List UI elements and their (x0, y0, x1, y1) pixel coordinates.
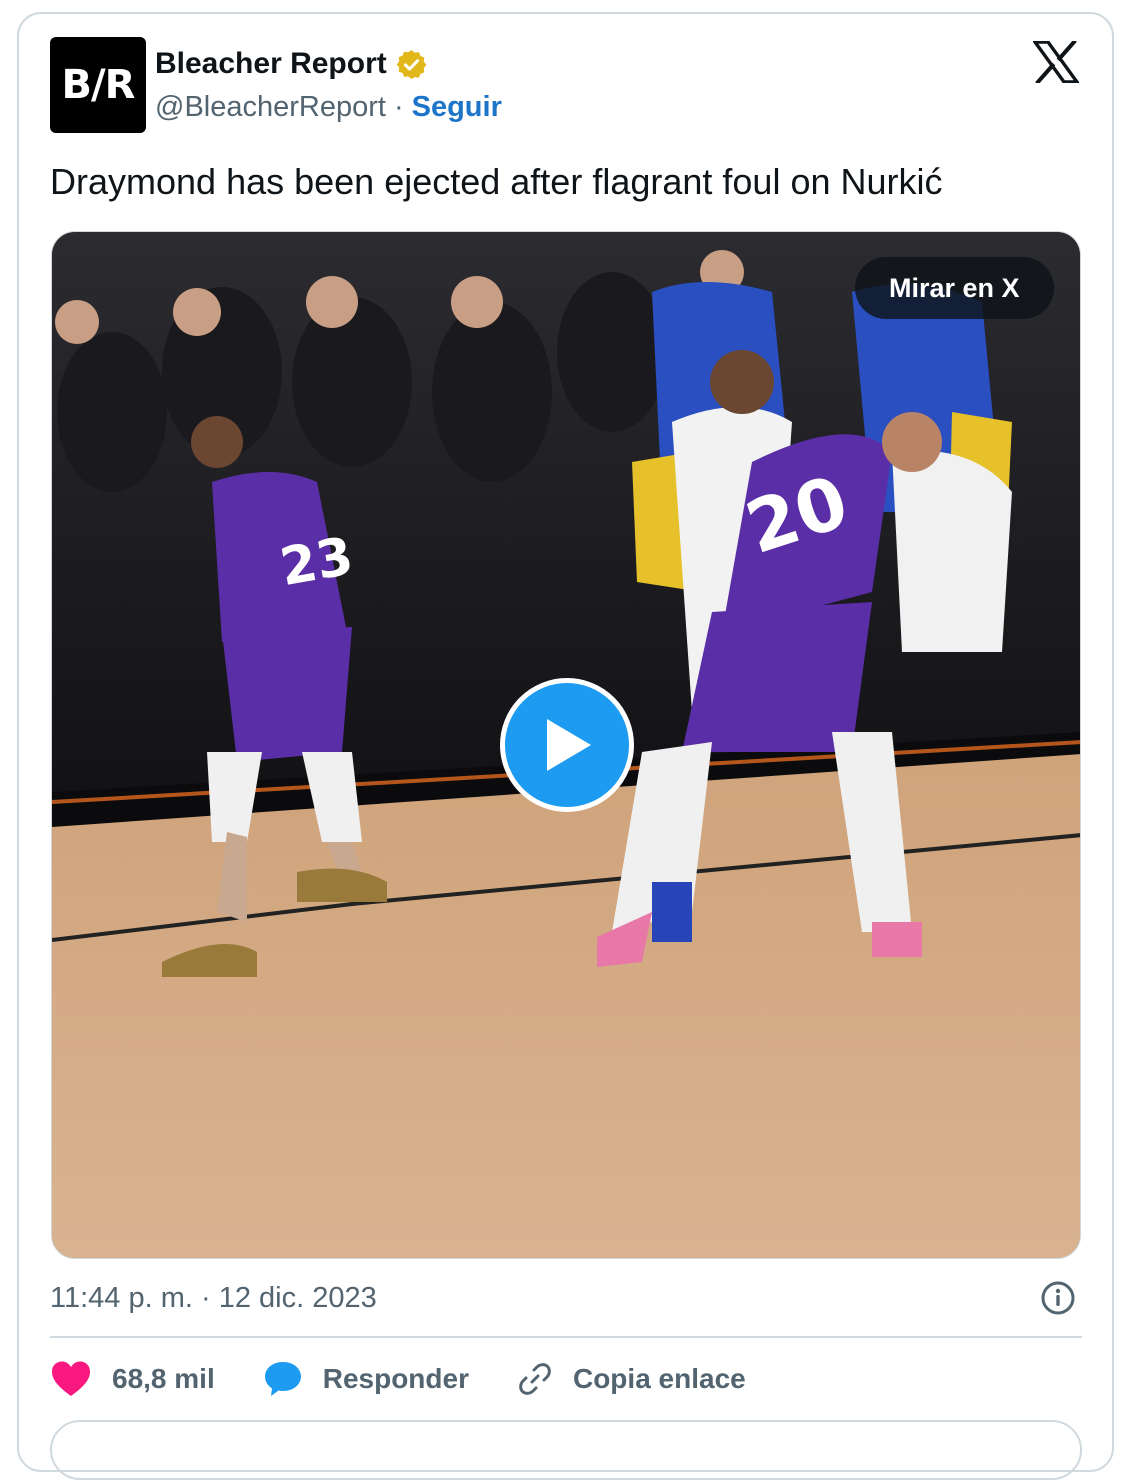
avatar[interactable]: B/R (50, 37, 146, 133)
handle-row: @BleacherReport · Seguir (155, 88, 502, 126)
verified-badge-icon (396, 49, 427, 79)
like-button[interactable]: 68,8 mil (50, 1360, 215, 1398)
copy-link-label: Copia enlace (572, 1363, 746, 1394)
tweet-timestamp[interactable]: 11:44 p. m. · 12 dic. 2023 (50, 1279, 377, 1317)
play-icon (547, 719, 591, 771)
reply-bubble-icon (264, 1362, 301, 1396)
divider (50, 1336, 1082, 1338)
copy-link-button[interactable]: Copia enlace (517, 1361, 746, 1397)
heart-icon (52, 1361, 90, 1396)
play-button[interactable] (500, 678, 634, 812)
reply-label: Responder (322, 1363, 469, 1394)
video-player[interactable]: 20 23 Mirar en X (51, 231, 1081, 1259)
reply-button[interactable]: Responder (263, 1360, 469, 1398)
jersey-number-23: 23 (276, 526, 358, 598)
link-icon (519, 1363, 551, 1395)
like-count: 68,8 mil (112, 1363, 215, 1394)
x-logo-icon[interactable] (1033, 41, 1079, 83)
info-icon[interactable] (1040, 1280, 1076, 1316)
separator-dot: · (393, 91, 404, 123)
author-name[interactable]: Bleacher Report (155, 44, 387, 84)
follow-button[interactable]: Seguir (412, 88, 502, 126)
author-name-row: Bleacher Report (155, 44, 428, 84)
author-handle[interactable]: @BleacherReport (155, 88, 386, 126)
tweet-text: Draymond has been ejected after flagrant… (50, 161, 943, 202)
read-replies-button[interactable] (50, 1420, 1082, 1480)
action-bar: 68,8 mil Responder Copia enlace (50, 1356, 794, 1402)
watch-on-x-button[interactable]: Mirar en X (855, 257, 1054, 319)
